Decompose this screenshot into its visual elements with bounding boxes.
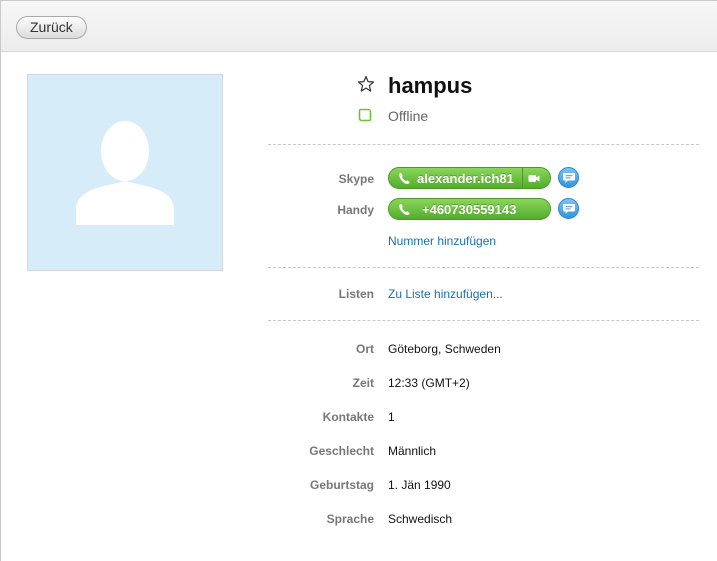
- mobile-number: +460730559143: [422, 202, 517, 217]
- contact-name: hampus: [388, 73, 473, 98]
- detail-value-contacts: 1: [388, 410, 395, 424]
- favorite-star-icon[interactable]: [357, 75, 375, 93]
- divider: [268, 144, 699, 145]
- toolbar: Zurück: [1, 1, 717, 52]
- detail-label-contacts: Kontakte: [322, 410, 374, 424]
- status-text: Offline: [388, 108, 429, 124]
- divider: [268, 267, 699, 268]
- sms-chat-button[interactable]: [558, 198, 579, 219]
- back-button[interactable]: Zurück: [16, 16, 87, 39]
- detail-label-gender: Geschlecht: [309, 444, 374, 458]
- phone-icon: [399, 173, 410, 184]
- phone-icon: [399, 204, 410, 215]
- button-divider: [522, 168, 523, 188]
- detail-value-gender: Männlich: [388, 444, 437, 458]
- status-offline-icon: [358, 108, 372, 122]
- avatar: [27, 74, 223, 271]
- skype-chat-button[interactable]: [558, 167, 579, 188]
- add-number-link[interactable]: Nummer hinzufügen: [388, 234, 496, 248]
- detail-label-location: Ort: [356, 342, 374, 356]
- contact-profile-window: Zurück hampus Offline Skype alexander.ic…: [0, 0, 717, 561]
- chat-bubble-icon: [563, 204, 575, 214]
- skype-call-button[interactable]: alexander.ich81: [388, 167, 551, 189]
- skype-name: alexander.ich81: [417, 171, 514, 186]
- mobile-label: Handy: [337, 203, 374, 217]
- divider: [268, 320, 699, 321]
- detail-label-language: Sprache: [326, 512, 374, 526]
- add-to-list-link[interactable]: Zu Liste hinzufügen...: [388, 287, 503, 301]
- detail-label-time: Zeit: [352, 376, 374, 390]
- detail-value-location: Göteborg, Schweden: [388, 342, 501, 356]
- mobile-call-button[interactable]: +460730559143: [388, 198, 551, 220]
- skype-label: Skype: [338, 172, 374, 186]
- detail-value-language: Schwedisch: [388, 512, 453, 526]
- detail-value-birthday: 1. Jän 1990: [388, 478, 451, 492]
- video-call-icon[interactable]: [528, 174, 540, 183]
- detail-value-time: 12:33 (GMT+2): [388, 376, 470, 390]
- detail-label-birthday: Geburtstag: [309, 478, 374, 492]
- default-avatar-icon: [76, 121, 174, 225]
- lists-label: Listen: [338, 287, 374, 301]
- chat-bubble-icon: [563, 173, 575, 183]
